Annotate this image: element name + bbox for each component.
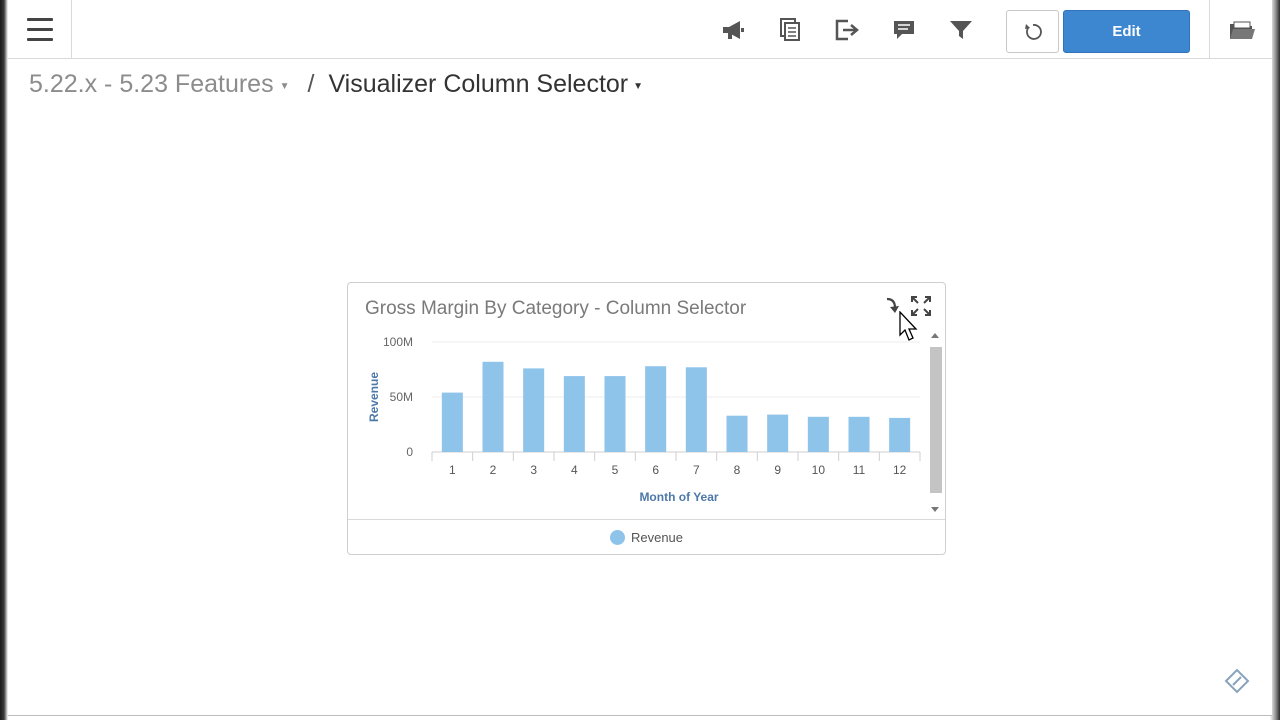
app-window: Edit 5.22.x - 5.23 Features ▼ / Visualiz… (8, 0, 1272, 716)
chevron-down-icon[interactable]: ▼ (280, 81, 290, 92)
x-tick-label: 9 (774, 463, 781, 477)
chevron-down-icon[interactable]: ▼ (633, 81, 643, 92)
x-tick-label: 1 (449, 463, 456, 477)
revenue-bar (685, 367, 707, 452)
filter-icon[interactable] (948, 17, 974, 43)
revenue-bar (807, 416, 829, 452)
breadcrumb-current[interactable]: Visualizer Column Selector (328, 70, 628, 99)
y-axis-title: Revenue (367, 372, 381, 422)
revenue-bar (604, 376, 626, 452)
copy-document-icon[interactable] (777, 17, 803, 43)
x-axis-title: Month of Year (639, 490, 718, 502)
pencil-tag-icon[interactable] (1222, 666, 1252, 696)
edit-button[interactable]: Edit (1063, 10, 1190, 53)
top-toolbar: Edit (8, 0, 1272, 59)
y-tick-label: 0 (406, 445, 413, 459)
export-icon[interactable] (834, 17, 860, 43)
chart-area: 0 50M 100M 1 2 3 4 5 6 7 8 9 10 11 12 Month of Year Reve… (348, 327, 928, 502)
megaphone-icon[interactable] (720, 17, 746, 43)
revenue-bar (482, 361, 504, 452)
chart-scrollbar[interactable] (929, 331, 942, 517)
revenue-bar (563, 376, 585, 452)
revenue-bar (889, 417, 911, 452)
hamburger-menu-icon[interactable] (8, 0, 72, 59)
breadcrumb-parent[interactable]: 5.22.x - 5.23 Features (29, 70, 274, 99)
refresh-button[interactable] (1006, 10, 1059, 53)
scroll-down-arrow-icon[interactable] (931, 507, 939, 512)
x-tick-label: 6 (652, 463, 659, 477)
x-tick-label: 11 (853, 463, 866, 477)
y-tick-label: 100M (383, 335, 413, 349)
revenue-bar (726, 415, 748, 452)
revenue-bar-chart: 050M100M1 2 3 4 5 6 7 8 9 10 11 12Month of YearReve… (367, 335, 921, 502)
y-tick-label: 50M (390, 390, 413, 404)
revenue-bar (523, 368, 545, 452)
widget-title: Gross Margin By Category - Column Select… (365, 298, 747, 319)
folder-icon[interactable] (1228, 18, 1256, 44)
revenue-bar (767, 414, 789, 452)
x-tick-label: 12 (893, 463, 907, 477)
x-tick-label: 4 (571, 463, 578, 477)
legend-marker[interactable] (609, 530, 625, 545)
revenue-bar (848, 416, 870, 452)
revenue-bar (441, 392, 463, 452)
legend-label[interactable]: Revenue (631, 530, 683, 545)
chart-legend: Revenue (348, 519, 945, 555)
toolbar-divider (1209, 0, 1210, 59)
refresh-icon (1024, 23, 1042, 40)
x-tick-label: 10 (812, 463, 826, 477)
drill-arrow-icon[interactable] (884, 296, 900, 316)
revenue-bar (645, 366, 667, 452)
chart-widget: Gross Margin By Category - Column Select… (347, 282, 946, 555)
x-tick-label: 2 (490, 463, 497, 477)
x-tick-label: 3 (530, 463, 537, 477)
breadcrumb: 5.22.x - 5.23 Features ▼ / Visualizer Co… (29, 68, 643, 100)
comment-icon[interactable] (891, 17, 917, 43)
scrollbar-thumb[interactable] (930, 347, 942, 493)
x-tick-label: 8 (734, 463, 741, 477)
expand-icon[interactable] (910, 295, 932, 317)
x-tick-label: 5 (612, 463, 619, 477)
breadcrumb-separator: / (307, 69, 315, 98)
x-tick-label: 7 (693, 463, 700, 477)
scroll-up-arrow-icon[interactable] (931, 333, 939, 338)
